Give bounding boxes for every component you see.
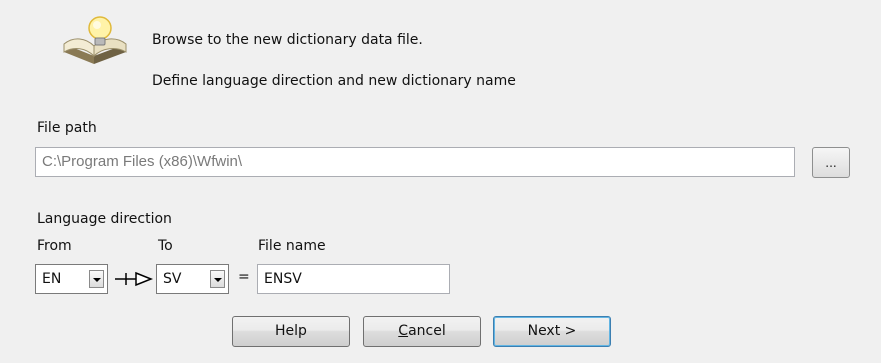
book-lightbulb-icon xyxy=(60,14,132,70)
from-language-value: EN xyxy=(42,271,62,287)
from-label: From xyxy=(37,238,72,254)
instruction-define: Define language direction and new dictio… xyxy=(152,73,516,89)
help-button[interactable]: Help xyxy=(232,316,350,347)
cancel-label-rest: ancel xyxy=(408,323,446,339)
browse-button[interactable]: ... xyxy=(812,147,850,178)
file-path-label: File path xyxy=(37,120,97,136)
from-language-select[interactable]: EN xyxy=(35,264,108,294)
to-language-value: SV xyxy=(163,271,182,287)
file-path-input[interactable]: C:\Program Files (x86)\Wfwin\ xyxy=(35,147,795,177)
to-language-select[interactable]: SV xyxy=(156,264,229,294)
file-name-label: File name xyxy=(258,238,326,254)
to-label: To xyxy=(158,238,173,254)
equals-sign: = xyxy=(238,269,250,285)
file-name-input[interactable]: ENSV xyxy=(257,264,450,294)
chevron-down-icon[interactable] xyxy=(210,270,225,288)
language-direction-label: Language direction xyxy=(37,211,172,227)
chevron-down-icon[interactable] xyxy=(89,270,104,288)
cancel-mnemonic: C xyxy=(398,323,409,339)
arrow-right-icon xyxy=(114,270,154,288)
cancel-button[interactable]: Cancel xyxy=(363,316,481,347)
instruction-browse: Browse to the new dictionary data file. xyxy=(152,32,423,48)
next-button[interactable]: Next > xyxy=(493,316,611,347)
